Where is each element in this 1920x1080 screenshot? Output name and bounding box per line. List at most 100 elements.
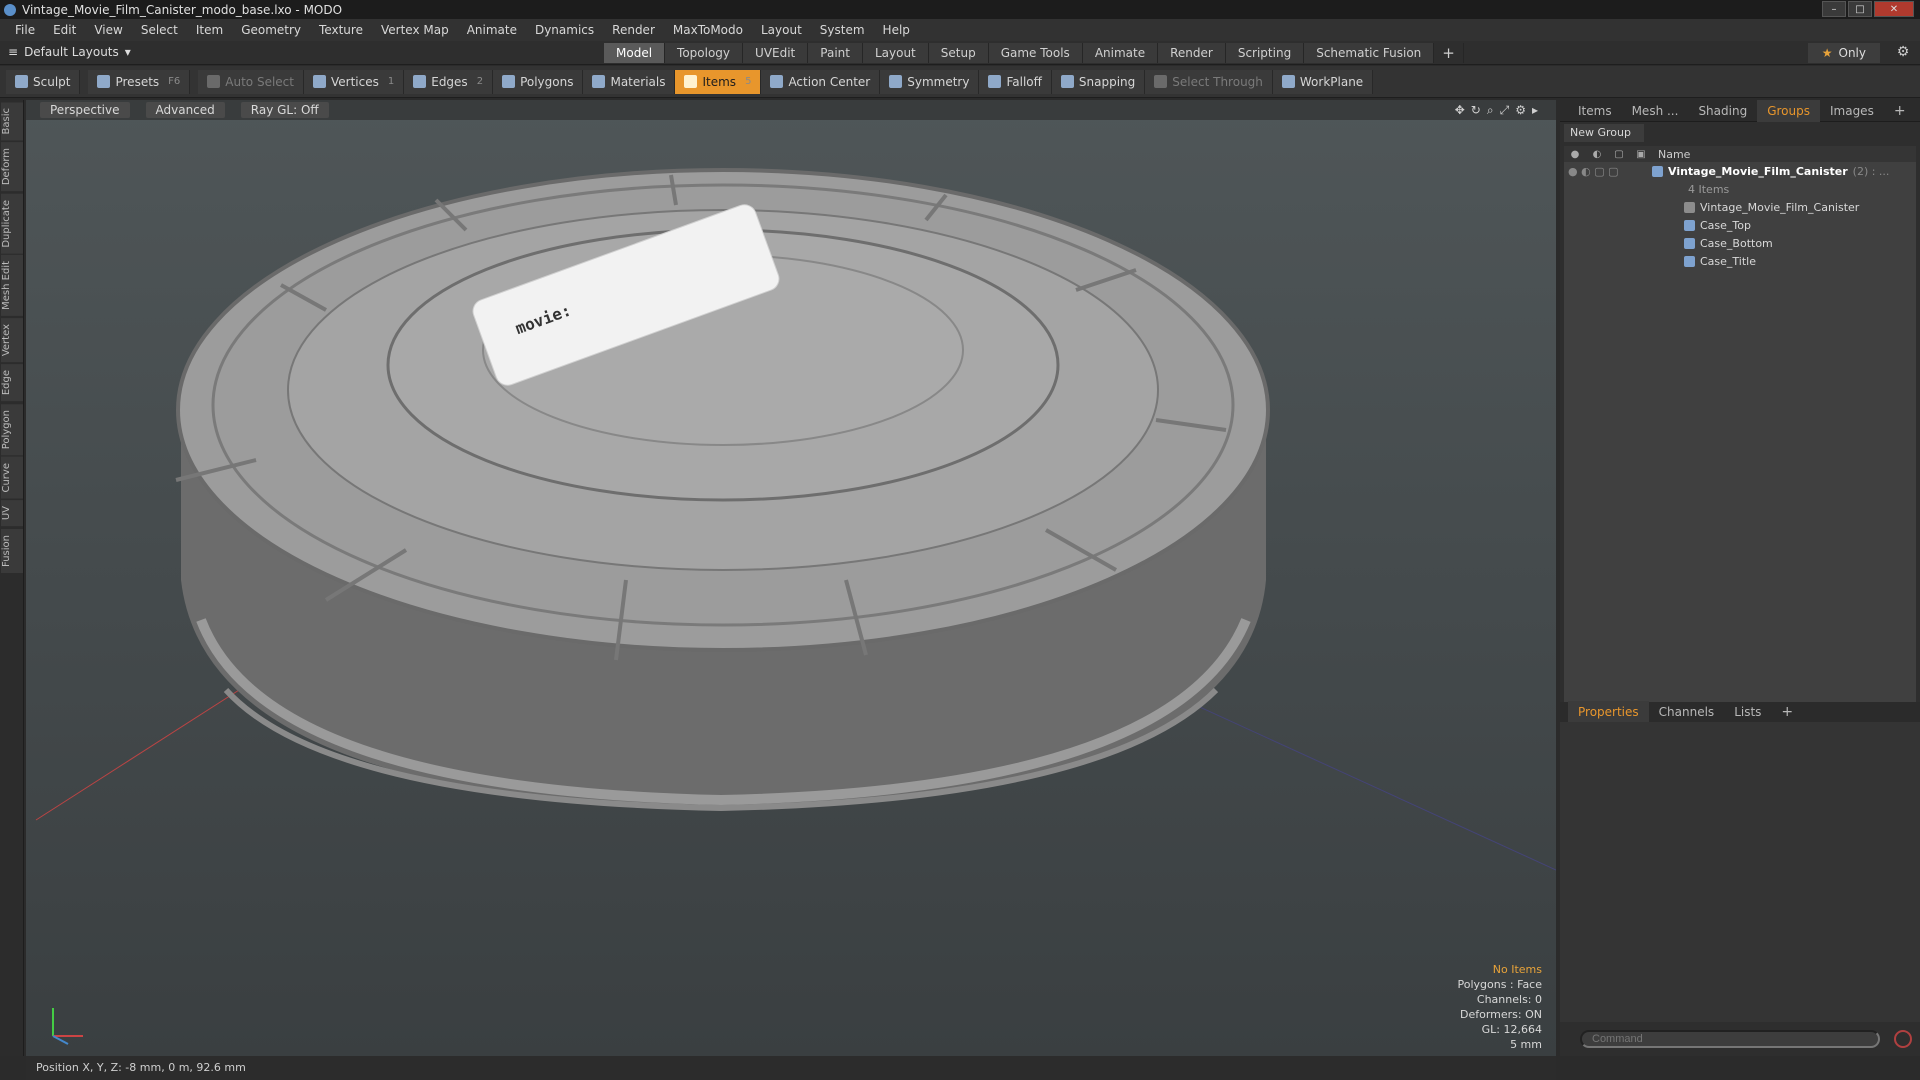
menu-vertex-map[interactable]: Vertex Map	[372, 23, 458, 37]
left-tab-uv[interactable]: UV	[1, 500, 23, 527]
layout-tabs: Model Topology UVEdit Paint Layout Setup…	[604, 43, 1464, 63]
menu-select[interactable]: Select	[132, 23, 187, 37]
tab-lists[interactable]: Lists	[1724, 701, 1771, 723]
add-prop-tab-button[interactable]: +	[1771, 701, 1803, 723]
materials-button[interactable]: Materials	[583, 69, 676, 94]
expand-icon[interactable]: ▸	[1532, 103, 1538, 118]
tree-row[interactable]: Case_Bottom	[1564, 234, 1916, 252]
menu-texture[interactable]: Texture	[310, 23, 372, 37]
tab-schematic-fusion[interactable]: Schematic Fusion	[1304, 43, 1435, 63]
tree-row[interactable]: Vintage_Movie_Film_Canister	[1564, 198, 1916, 216]
pan-icon[interactable]: ✥	[1455, 103, 1465, 118]
select-through-button[interactable]: Select Through	[1145, 69, 1273, 94]
tab-mesh[interactable]: Mesh ...	[1622, 100, 1689, 122]
group-label: Vintage_Movie_Film_Canister (2) : ...	[1652, 165, 1889, 178]
viewport-gear-icon[interactable]: ⚙	[1515, 103, 1526, 118]
tab-channels[interactable]: Channels	[1649, 701, 1725, 723]
polygons-button[interactable]: Polygons	[493, 69, 584, 94]
layout-selector[interactable]: ≡ Default Layouts ▾	[8, 45, 131, 59]
properties-area	[1560, 722, 1920, 1022]
child-name: Vintage_Movie_Film_Canister	[1700, 200, 1860, 214]
symmetry-button[interactable]: Symmetry	[880, 69, 980, 94]
gizmo-z-axis	[52, 1035, 69, 1045]
new-group-button[interactable]: New Group	[1564, 124, 1644, 142]
items-button[interactable]: Items 5	[675, 69, 762, 94]
ray-gl-toggle[interactable]: Ray GL: Off	[240, 102, 329, 118]
auto-select-button[interactable]: Auto Select	[198, 69, 304, 94]
menu-geometry[interactable]: Geometry	[232, 23, 310, 37]
tree-row-group[interactable]: ● ◐ ▢ ▢ Vintage_Movie_Film_Canister (2) …	[1564, 162, 1916, 180]
menu-dynamics[interactable]: Dynamics	[526, 23, 603, 37]
polygons-icon	[502, 75, 516, 88]
star-icon: ★	[1821, 46, 1833, 60]
menu-maxtomodo[interactable]: MaxToModo	[664, 23, 752, 37]
rotate-icon[interactable]: ↻	[1471, 103, 1481, 118]
add-panel-tab-button[interactable]: +	[1884, 100, 1916, 122]
menu-view[interactable]: View	[85, 23, 131, 37]
menu-help[interactable]: Help	[874, 23, 919, 37]
viewport-mode-selector[interactable]: Perspective	[40, 102, 130, 118]
child-name: Case_Bottom	[1700, 236, 1773, 250]
tab-layout[interactable]: Layout	[862, 43, 929, 63]
menu-edit[interactable]: Edit	[44, 23, 85, 37]
tab-model[interactable]: Model	[604, 43, 666, 63]
tab-groups[interactable]: Groups	[1757, 99, 1820, 122]
menu-system[interactable]: System	[811, 23, 874, 37]
tab-topology[interactable]: Topology	[665, 43, 744, 63]
tab-uvedit[interactable]: UVEdit	[743, 43, 809, 63]
symmetry-label: Symmetry	[907, 74, 970, 89]
left-tab-vertex[interactable]: Vertex	[1, 318, 23, 363]
tab-paint[interactable]: Paint	[808, 43, 863, 63]
modo-logo-icon	[4, 3, 16, 16]
left-tab-polygon[interactable]: Polygon	[1, 403, 23, 455]
tab-render[interactable]: Render	[1158, 43, 1226, 63]
left-tab-deform[interactable]: Deform	[1, 142, 23, 192]
fit-icon[interactable]: ⤢	[1500, 103, 1510, 118]
tab-animate[interactable]: Animate	[1082, 43, 1159, 63]
add-tab-button[interactable]: +	[1434, 43, 1464, 63]
minimize-button[interactable]: –	[1822, 1, 1846, 17]
left-tab-fusion[interactable]: Fusion	[1, 528, 23, 573]
menu-item[interactable]: Item	[187, 23, 232, 37]
tab-setup[interactable]: Setup	[928, 43, 989, 63]
gear-icon[interactable]: ⚙	[1894, 44, 1912, 62]
only-button[interactable]: ★ Only	[1807, 43, 1880, 63]
sculpt-button[interactable]: Sculpt	[6, 69, 81, 94]
maximize-button[interactable]: □	[1848, 1, 1872, 17]
items-label: Items	[702, 74, 737, 89]
tab-scripting[interactable]: Scripting	[1225, 43, 1305, 63]
row-toggle-icons[interactable]: ● ◐ ▢ ▢	[1564, 165, 1652, 178]
3d-viewport[interactable]: movie: Perspective Advanced Ray GL: Off …	[26, 100, 1556, 1056]
tree-row[interactable]: Case_Title	[1564, 252, 1916, 270]
tab-images[interactable]: Images	[1820, 100, 1884, 122]
tab-items[interactable]: Items	[1568, 100, 1622, 122]
snapping-button[interactable]: Snapping	[1051, 69, 1146, 94]
menu-render[interactable]: Render	[603, 23, 664, 37]
left-tab-edge[interactable]: Edge	[1, 364, 23, 402]
tree-row[interactable]: Case_Top	[1564, 216, 1916, 234]
command-record-icon[interactable]	[1894, 1030, 1912, 1048]
zoom-icon[interactable]: ⌕	[1487, 103, 1494, 118]
action-center-button[interactable]: Action Center	[761, 69, 881, 94]
mesh-icon	[1684, 255, 1695, 267]
menu-layout[interactable]: Layout	[752, 23, 811, 37]
left-tab-duplicate[interactable]: Duplicate	[1, 193, 23, 254]
viewport-advanced-selector[interactable]: Advanced	[145, 102, 225, 118]
tab-properties[interactable]: Properties	[1568, 701, 1649, 723]
edges-button[interactable]: Edges 2	[404, 69, 494, 94]
left-tab-mesh-edit[interactable]: Mesh Edit	[1, 255, 23, 317]
command-input[interactable]	[1580, 1030, 1880, 1048]
tab-shading[interactable]: Shading	[1688, 100, 1757, 122]
left-tab-basic[interactable]: Basic	[1, 102, 23, 141]
child-name: Case_Top	[1700, 218, 1751, 232]
action-center-icon	[770, 75, 784, 88]
menu-file[interactable]: File	[6, 23, 44, 37]
menu-animate[interactable]: Animate	[458, 23, 526, 37]
presets-button[interactable]: Presets F6	[88, 69, 191, 94]
workplane-button[interactable]: WorkPlane	[1272, 69, 1374, 94]
close-button[interactable]: ✕	[1874, 1, 1914, 17]
left-tab-curve[interactable]: Curve	[1, 456, 23, 499]
vertices-button[interactable]: Vertices 1	[303, 69, 405, 94]
falloff-button[interactable]: Falloff	[979, 69, 1052, 94]
tab-game-tools[interactable]: Game Tools	[988, 43, 1083, 63]
